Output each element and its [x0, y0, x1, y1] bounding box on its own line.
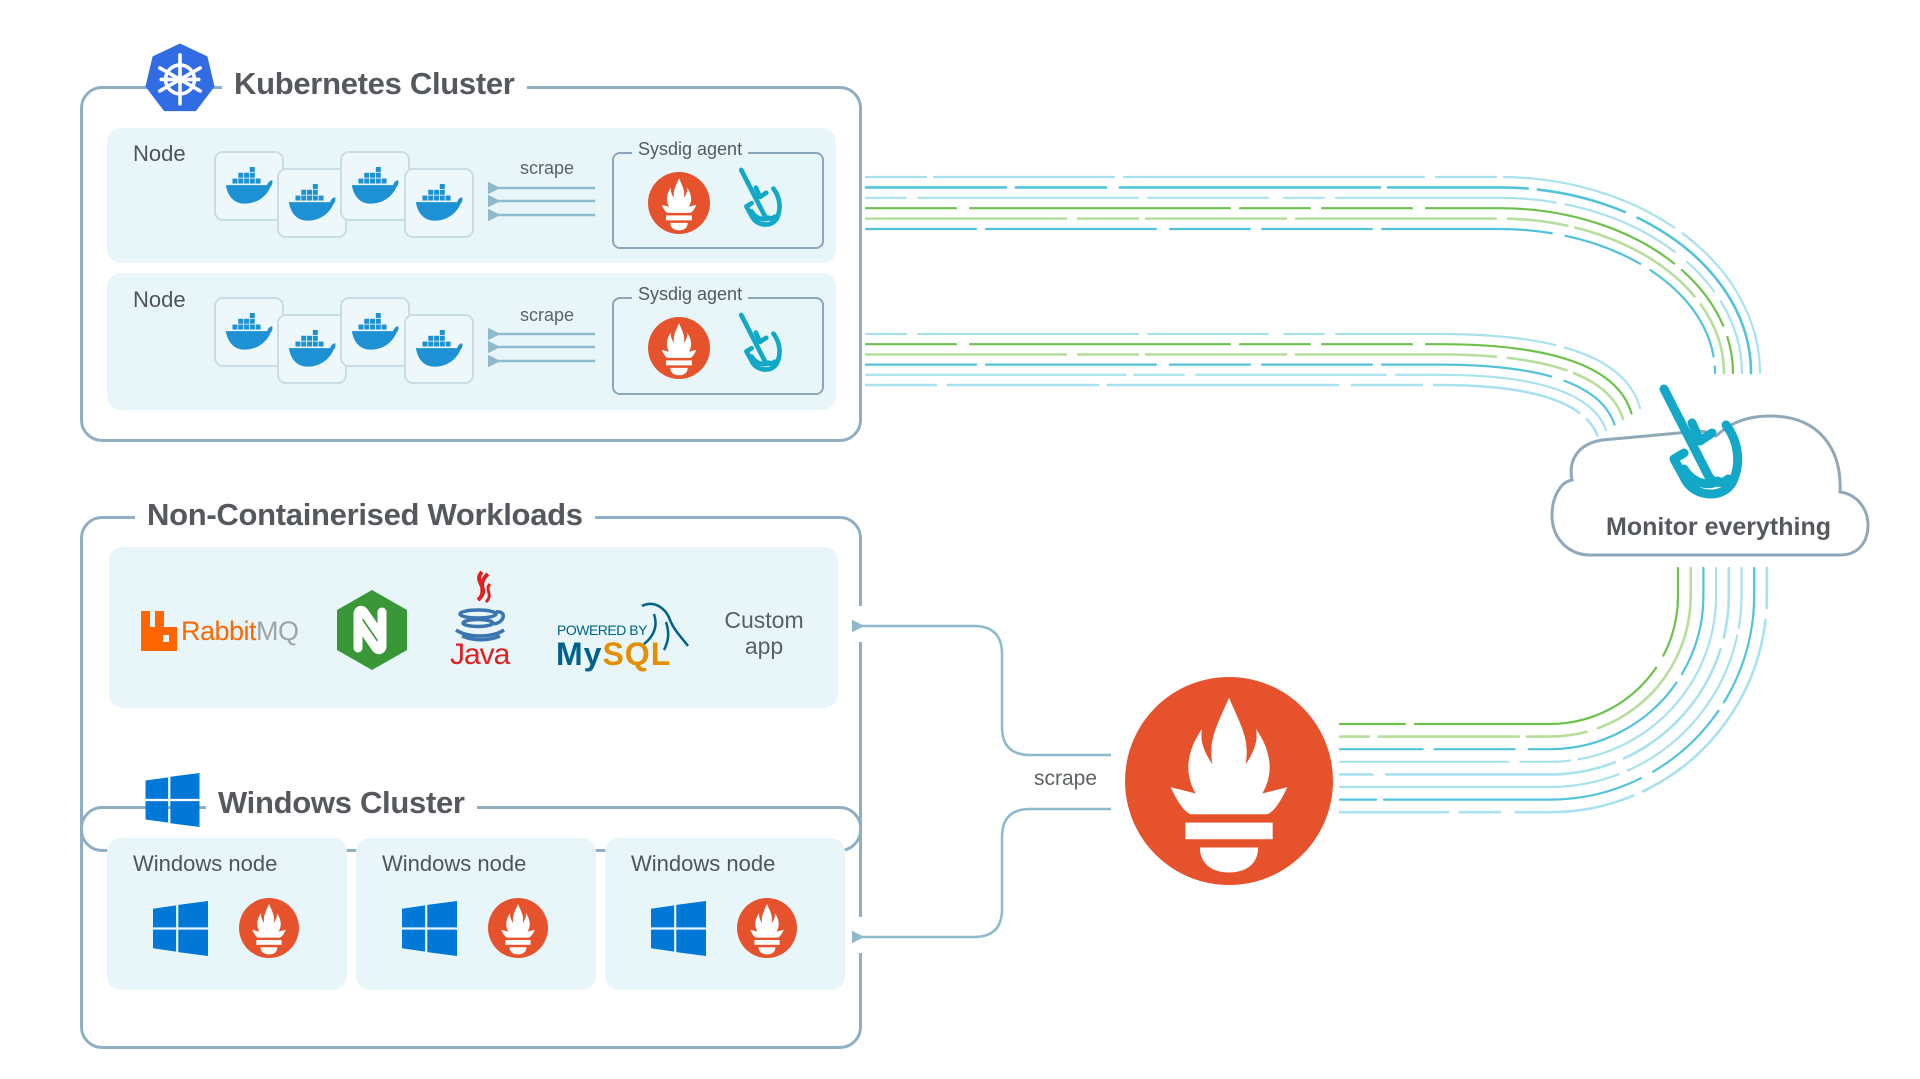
- prometheus-scrape-label: scrape: [1034, 767, 1098, 790]
- scrape-connector-lower: [852, 807, 1111, 944]
- sysdig-shovel-icon: [1652, 382, 1752, 504]
- cloud-label: Monitor everything: [1606, 513, 1832, 541]
- prometheus-server-icon: [1125, 677, 1333, 885]
- scrape-connector-upper: [852, 619, 1111, 757]
